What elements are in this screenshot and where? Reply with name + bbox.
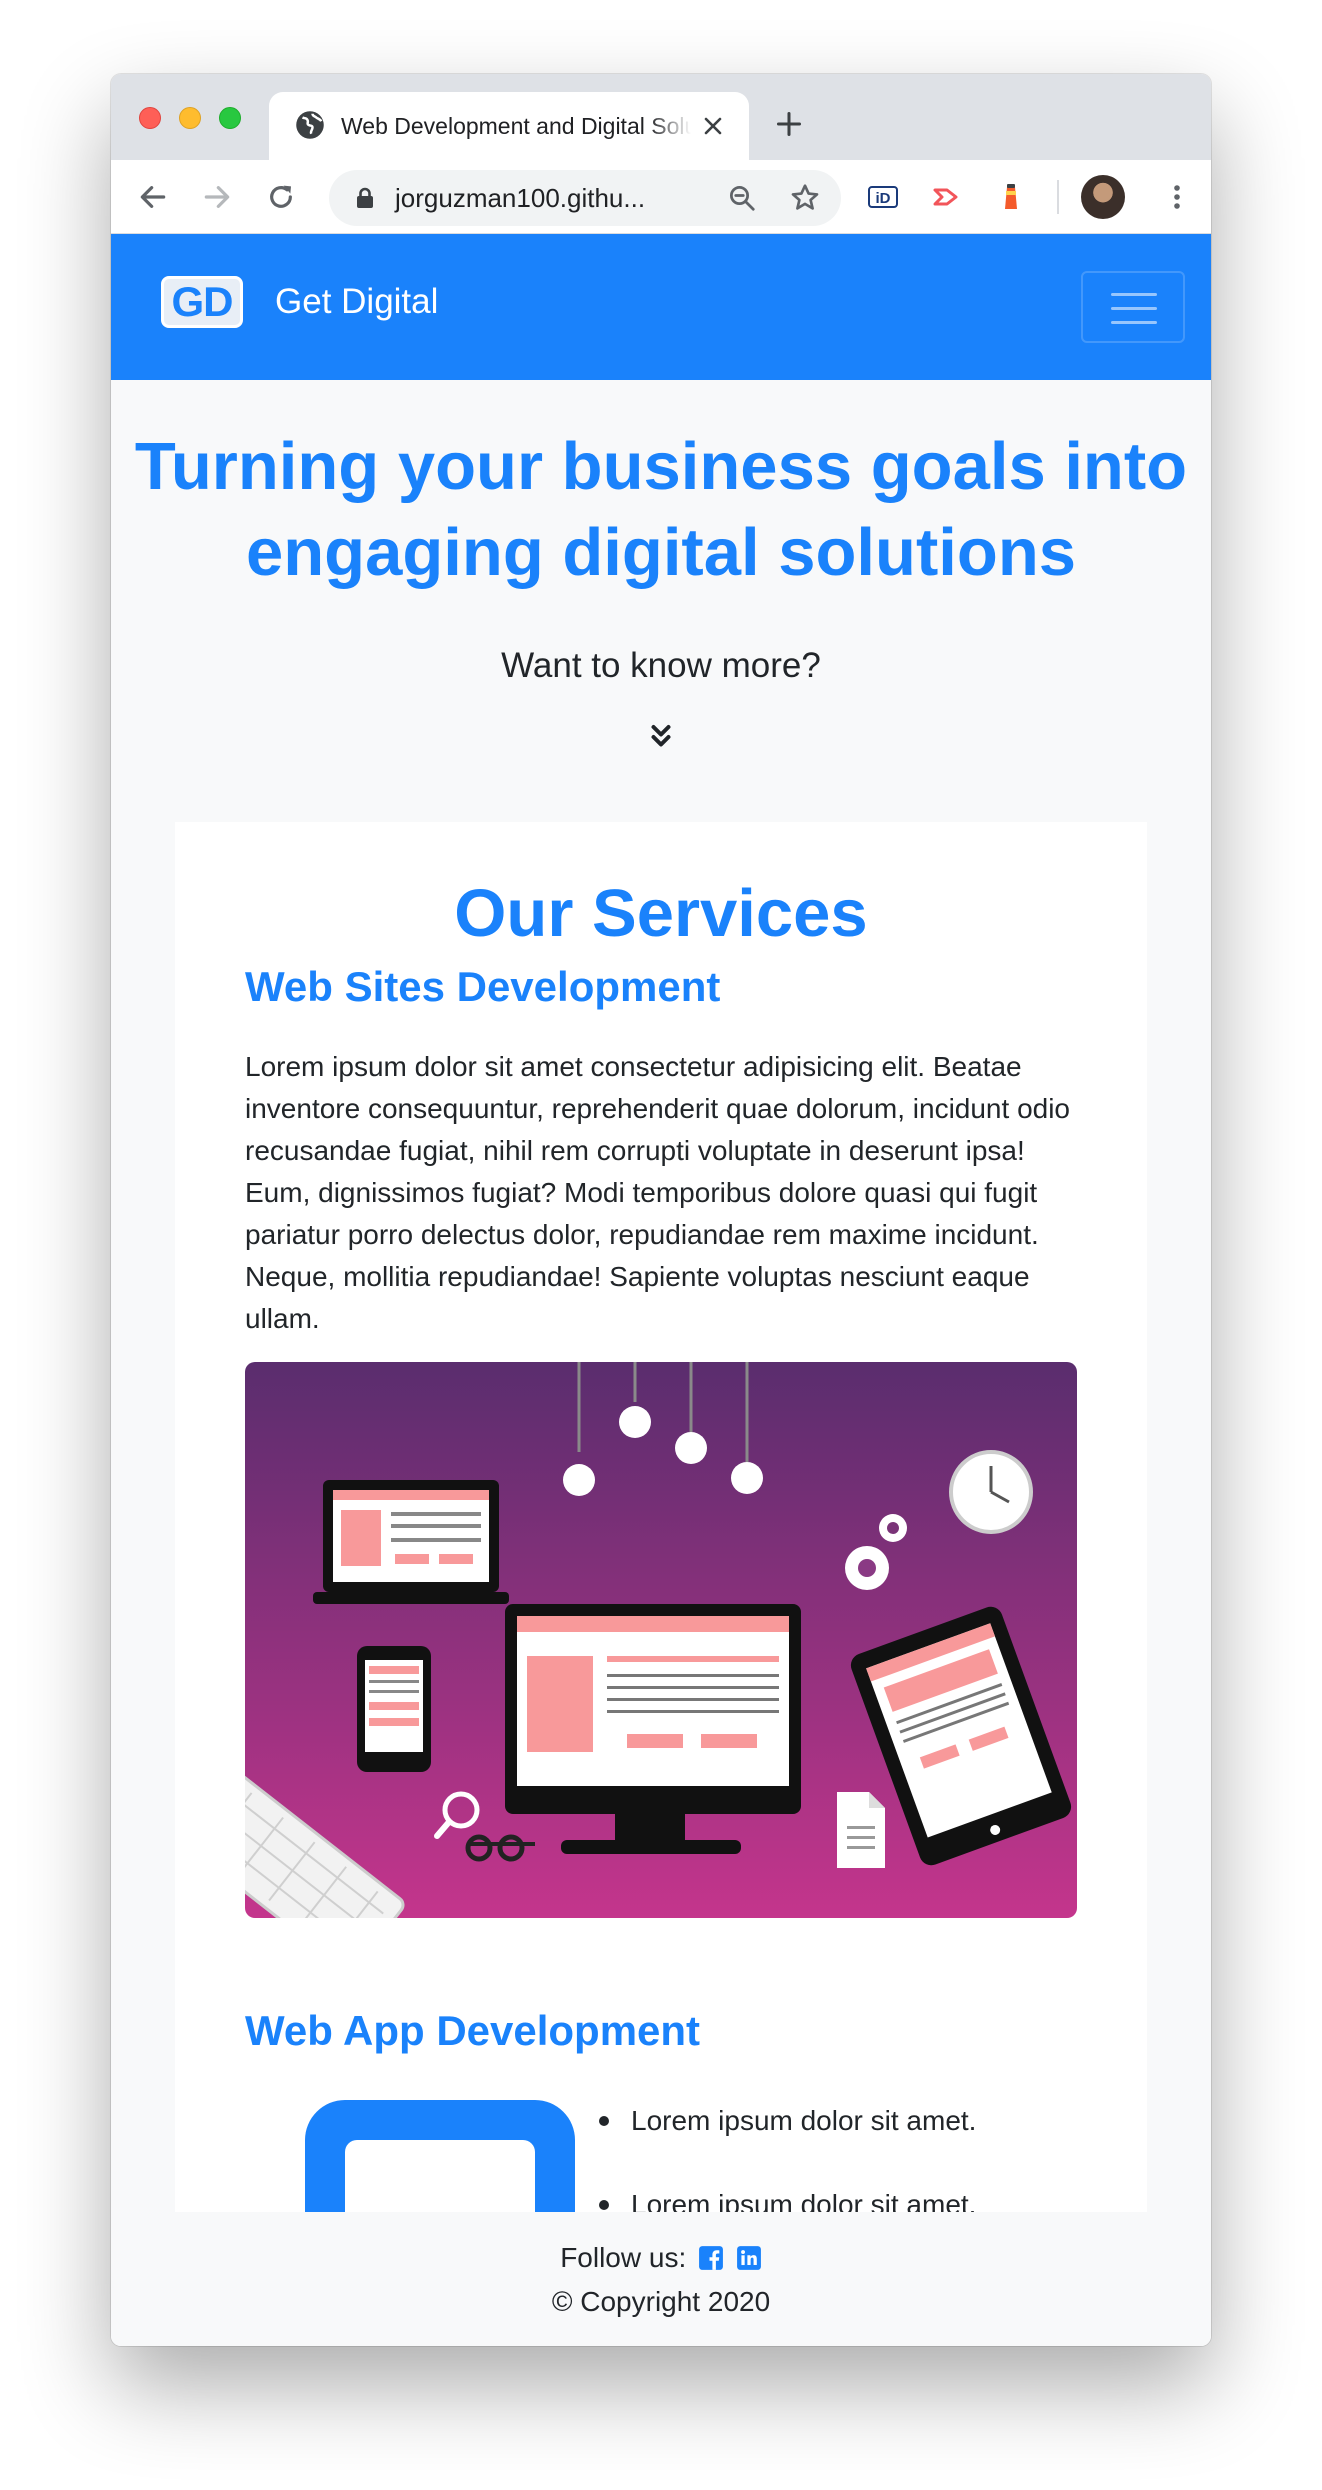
facebook-icon[interactable] — [698, 2245, 724, 2271]
navbar-toggler-button[interactable] — [1081, 271, 1185, 343]
site-footer: Follow us: © Copyright 2020 — [111, 2212, 1211, 2346]
address-bar[interactable]: jorguzman100.githu... — [329, 170, 841, 226]
star-icon[interactable] — [789, 182, 821, 214]
brand-logo[interactable]: GD — [161, 276, 243, 328]
plus-icon[interactable] — [775, 110, 803, 138]
browser-window: Web Development and Digital Solutions jo… — [111, 74, 1211, 2346]
list-item: Lorem ipsum dolor sit amet. — [595, 2184, 1115, 2212]
lock-icon — [357, 187, 373, 208]
page-viewport: GD Get Digital Turning your business goa… — [111, 234, 1211, 2346]
web-sites-heading: Web Sites Development — [245, 963, 721, 1010]
menu-dots-icon[interactable] — [1161, 181, 1193, 213]
close-icon[interactable] — [701, 114, 725, 138]
browser-toolbar: jorguzman100.githu... iD — [111, 160, 1211, 234]
reload-icon[interactable] — [265, 181, 297, 213]
avatar[interactable] — [1081, 175, 1125, 219]
back-icon[interactable] — [137, 181, 169, 213]
follow-label: Follow us: — [560, 2242, 687, 2273]
web-sites-paragraph: Lorem ipsum dolor sit amet consectetur a… — [245, 1051, 1071, 1334]
hamburger-line — [1111, 307, 1157, 310]
tab-strip: Web Development and Digital Solutions — [111, 74, 1211, 162]
svg-text:iD: iD — [876, 190, 891, 207]
toolbar-divider — [1057, 180, 1059, 214]
copyright-text: © Copyright 2020 — [551, 2286, 771, 2317]
forward-icon[interactable] — [201, 181, 233, 213]
tab-title: Web Development and Digital Solutions — [341, 113, 691, 139]
maximize-window-button[interactable] — [219, 107, 241, 129]
hamburger-line — [1111, 321, 1157, 324]
globe-icon — [296, 111, 324, 139]
hero-title-line: engaging digital solutions — [245, 515, 1077, 590]
web-app-bullet-list: Lorem ipsum dolor sit amet. Lorem ipsum … — [595, 2100, 1115, 2212]
web-app-illustration — [305, 2100, 575, 2212]
hamburger-line — [1111, 293, 1157, 296]
site-navbar: GD Get Digital — [111, 234, 1211, 380]
zoom-icon[interactable] — [727, 183, 757, 213]
list-item: Lorem ipsum dolor sit amet. — [595, 2100, 1115, 2142]
web-app-heading: Web App Development — [245, 2007, 701, 2054]
extension-icon[interactable] — [931, 181, 963, 213]
hero-subtitle: Want to know more? — [501, 646, 821, 685]
minimize-window-button[interactable] — [179, 107, 201, 129]
services-title: Our Services — [454, 876, 868, 951]
brand-name[interactable]: Get Digital — [275, 282, 438, 322]
follow-us-row: Follow us: — [111, 2238, 1211, 2278]
url-text: jorguzman100.githu... — [395, 183, 646, 213]
hero-title-line: Turning your business goals into — [134, 429, 1188, 504]
hero-title: Turning your business goals into engagin… — [111, 424, 1211, 596]
web-app-illustration-screen — [345, 2140, 535, 2212]
extension-icon[interactable] — [995, 181, 1027, 213]
linkedin-icon[interactable] — [736, 2245, 762, 2271]
extension-icon[interactable]: iD — [867, 181, 899, 213]
active-tab[interactable]: Web Development and Digital Solutions — [269, 92, 749, 162]
services-card: Our Services Web Sites Development Lorem… — [175, 822, 1147, 2212]
close-window-button[interactable] — [139, 107, 161, 129]
chevrons-down-icon[interactable] — [646, 722, 676, 752]
web-development-illustration — [245, 1362, 1077, 1918]
